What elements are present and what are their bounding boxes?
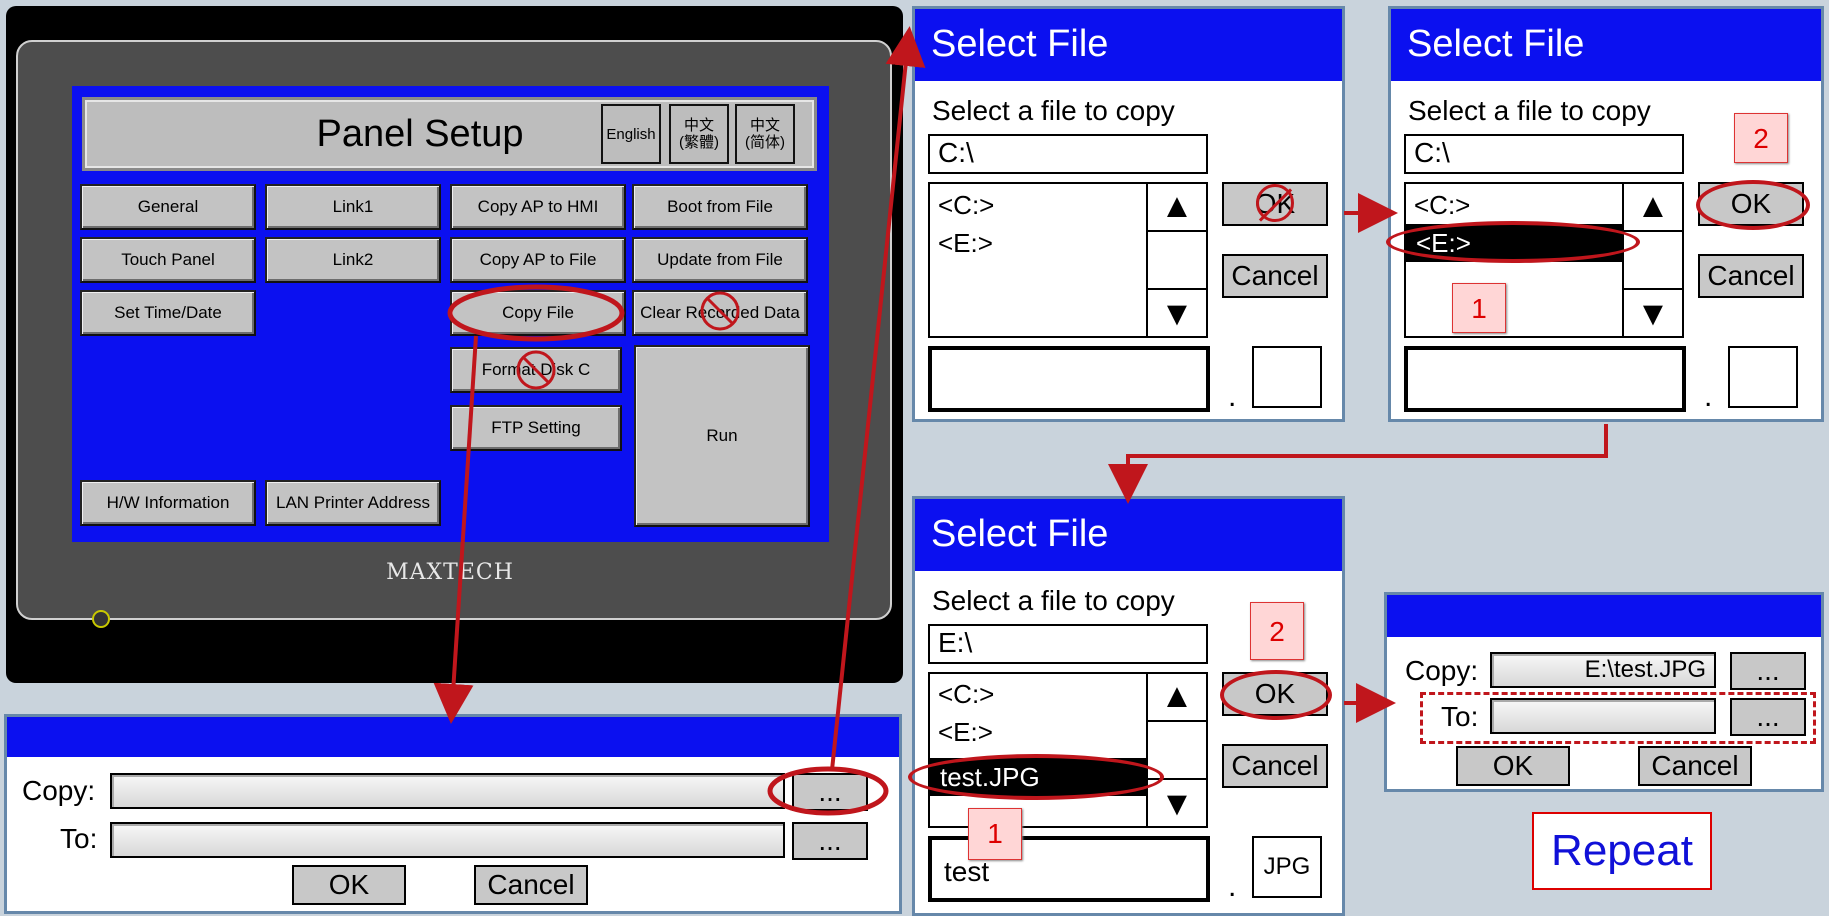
annotation-overlay: [433, 26, 1608, 816]
highlight-oval: [767, 766, 889, 816]
flow-arrow: [433, 335, 478, 724]
flow-arrow: [830, 26, 926, 771]
highlight-oval: [447, 284, 625, 342]
disabled-icon: [516, 350, 556, 390]
disabled-icon: [700, 291, 740, 331]
flow-arrow: [1108, 424, 1608, 504]
